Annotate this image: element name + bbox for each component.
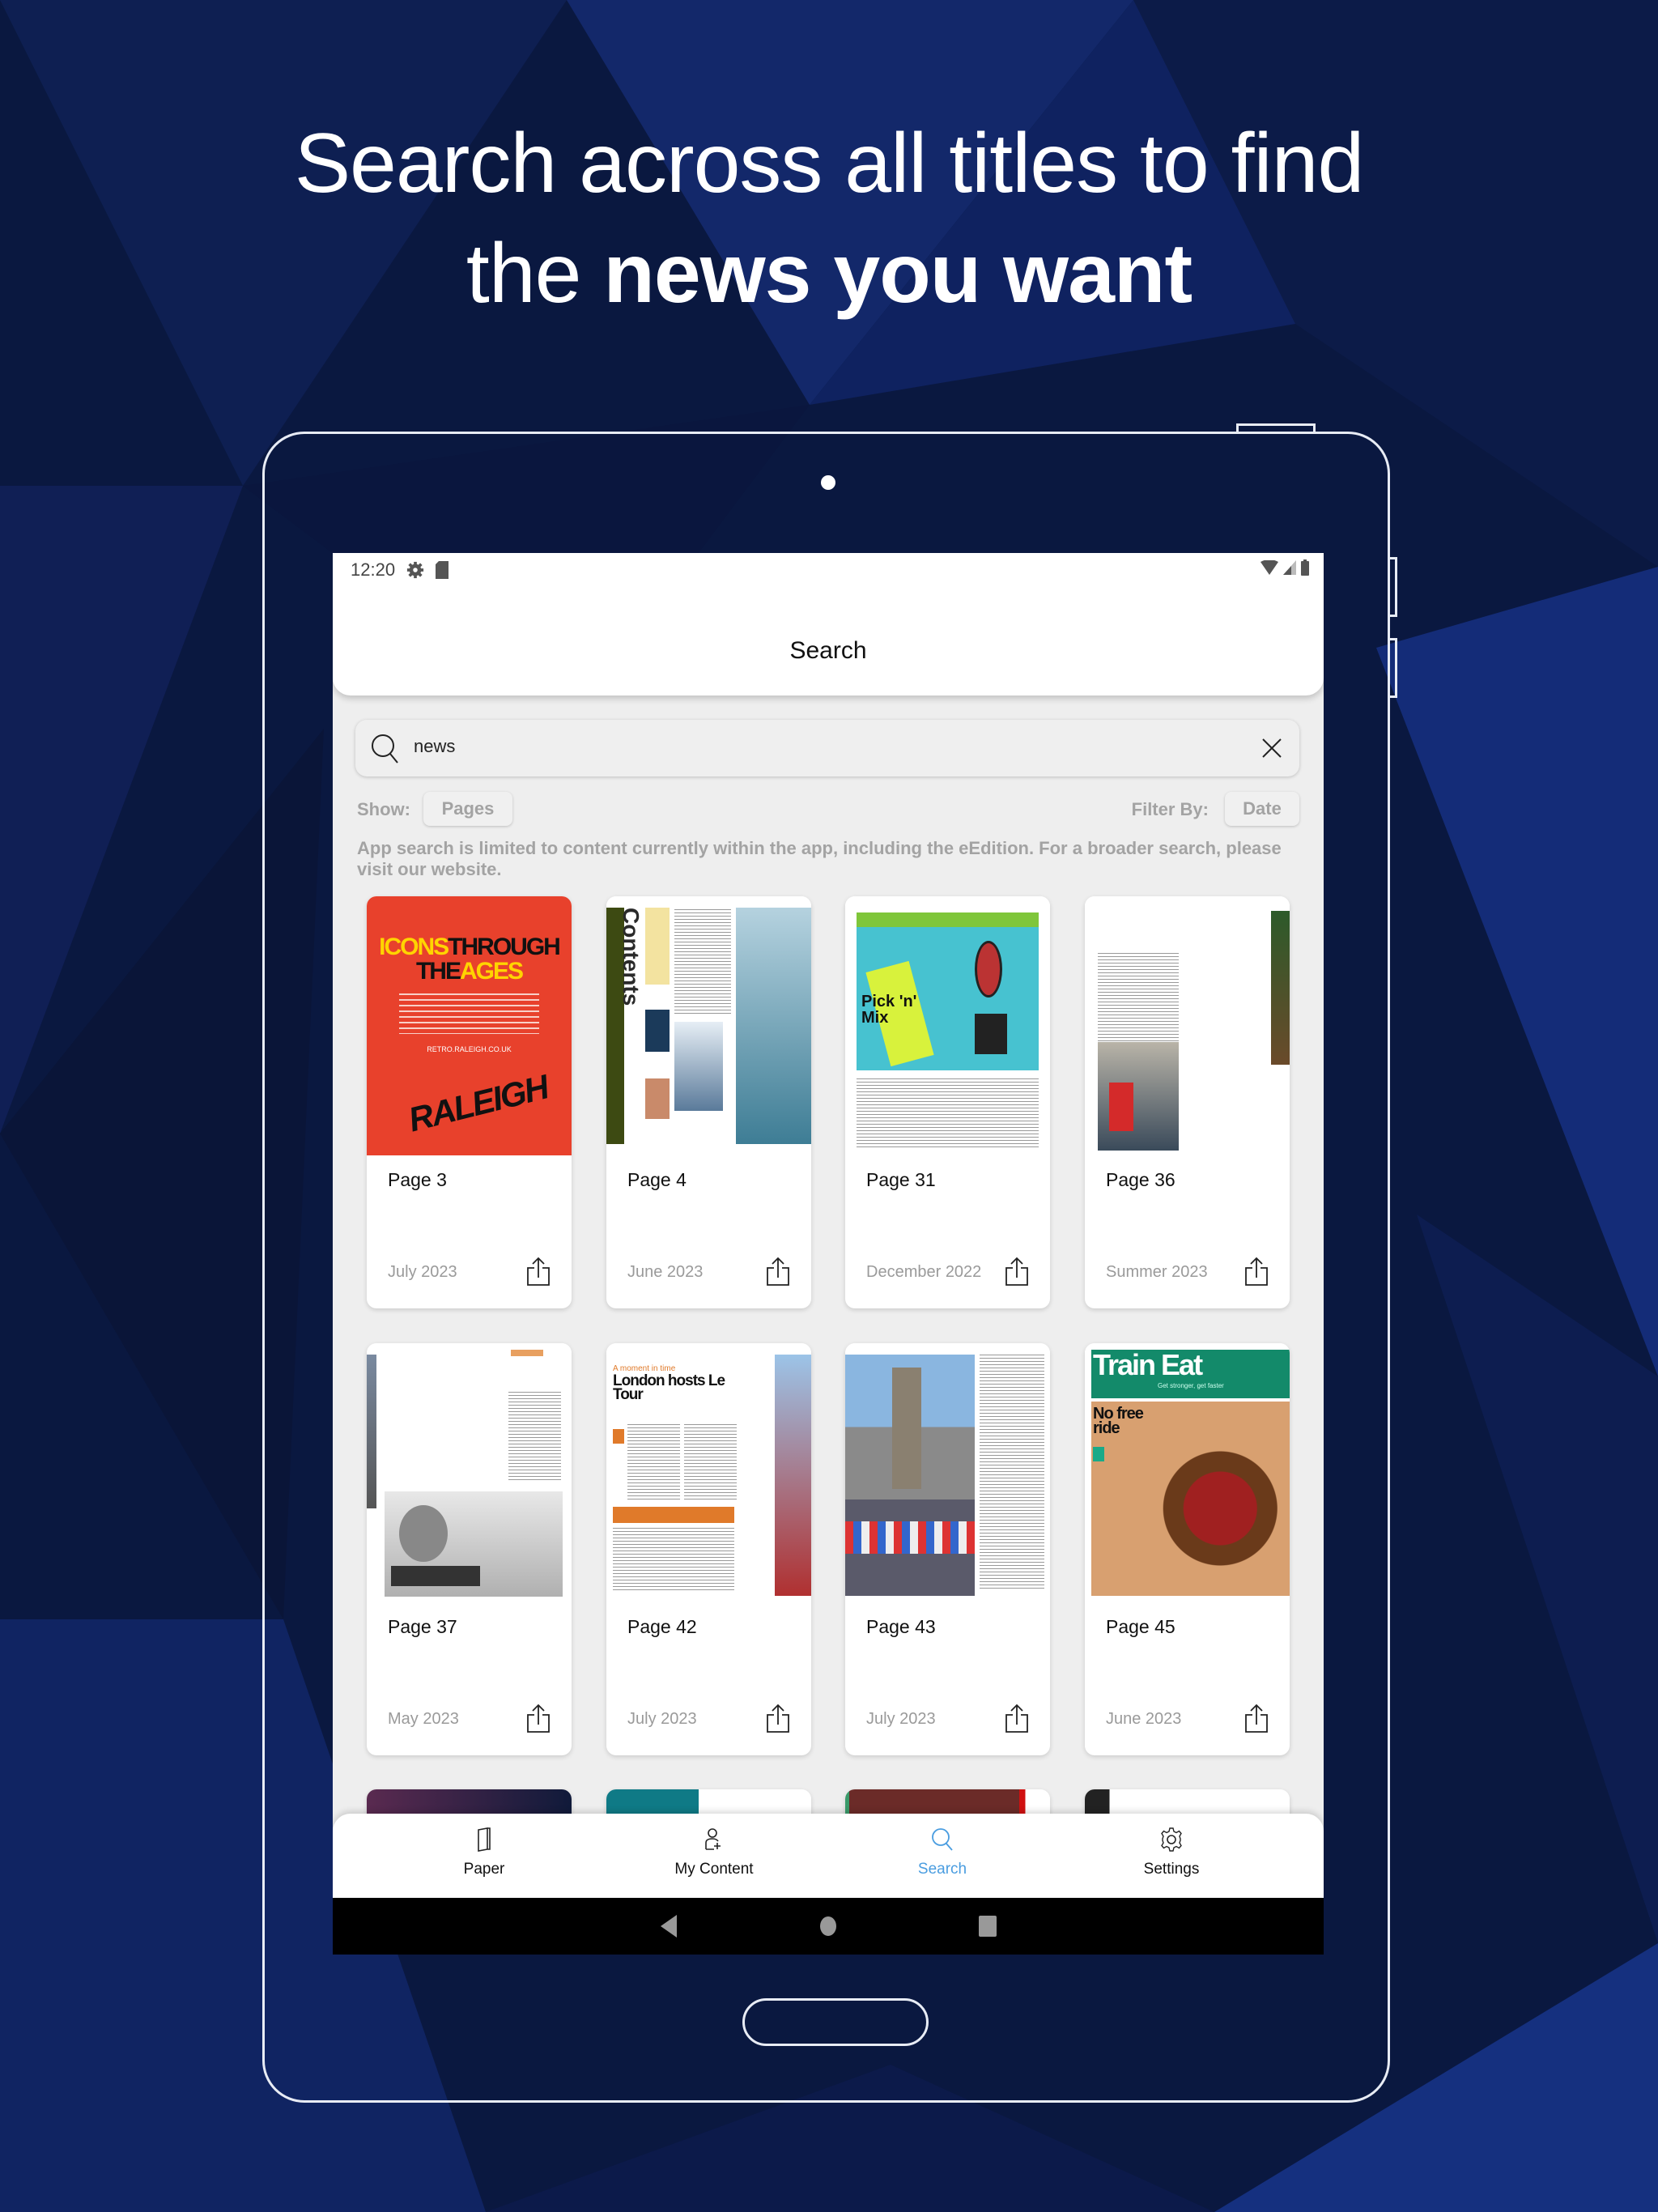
issue-date: July 2023 xyxy=(388,1263,457,1281)
issue-date: July 2023 xyxy=(866,1710,936,1728)
result-card[interactable]: Pick 'n' Mix Page 31 December 2022 xyxy=(845,896,1050,1308)
nav-my-content[interactable]: My Content xyxy=(633,1814,795,1898)
page-number: Page 43 xyxy=(866,1616,936,1637)
thumb-text: THE xyxy=(415,958,461,985)
result-card[interactable]: ICONSTHROUGH THEAGES RETRO.RALEIGH.CO.UK … xyxy=(367,896,572,1308)
headline-text: the xyxy=(466,227,604,321)
wifi-icon xyxy=(1261,560,1278,575)
issue-date: December 2022 xyxy=(866,1263,982,1281)
share-icon[interactable] xyxy=(1244,1257,1269,1286)
thumb-text: No free ride xyxy=(1093,1405,1144,1437)
thumb-text: Contents xyxy=(619,908,644,1006)
share-icon[interactable] xyxy=(526,1257,551,1286)
thumb-text: Pick 'n' Mix xyxy=(861,993,917,1027)
result-card[interactable]: A moment in time London hosts Le Tour Pa… xyxy=(606,1343,811,1755)
filter-date-button[interactable]: Date xyxy=(1225,792,1299,826)
result-card[interactable]: Page 36 Summer 2023 xyxy=(1085,896,1290,1308)
tablet-camera xyxy=(821,475,835,490)
share-icon[interactable] xyxy=(1005,1704,1029,1733)
tablet-volume-up xyxy=(1388,557,1397,617)
page-thumbnail xyxy=(845,1343,1050,1602)
app-header: 12:20 Search xyxy=(333,553,1324,696)
share-icon[interactable] xyxy=(766,1257,790,1286)
tablet-volume-down xyxy=(1388,638,1397,698)
page-number: Page 45 xyxy=(1106,1616,1175,1637)
headline-line-2: the news you want xyxy=(0,232,1658,316)
page-number: Page 4 xyxy=(627,1169,687,1190)
nav-paper[interactable]: Paper xyxy=(403,1814,565,1898)
tablet-home-button xyxy=(742,1998,929,2046)
status-icons xyxy=(1261,559,1309,576)
result-card[interactable]: Page 37 May 2023 xyxy=(367,1343,572,1755)
thumb-text: Get stronger, get faster xyxy=(1158,1382,1224,1389)
share-icon[interactable] xyxy=(1244,1704,1269,1733)
show-pages-button[interactable]: Pages xyxy=(423,792,512,826)
page-thumbnail: A moment in time London hosts Le Tour xyxy=(606,1343,811,1602)
home-icon[interactable] xyxy=(819,1916,837,1936)
signal-icon xyxy=(1283,560,1296,575)
page-number: Page 36 xyxy=(1106,1169,1175,1190)
page-thumbnail: ICONSTHROUGH THEAGES RETRO.RALEIGH.CO.UK … xyxy=(367,896,572,1155)
share-icon[interactable] xyxy=(1005,1257,1029,1286)
status-time: 12:20 xyxy=(351,559,396,580)
nav-settings[interactable]: Settings xyxy=(1090,1814,1252,1898)
search-icon xyxy=(372,734,398,764)
add-user-icon xyxy=(705,1828,721,1850)
search-info-text: App search is limited to content current… xyxy=(357,838,1282,879)
page-number: Page 31 xyxy=(866,1169,936,1190)
filter-row: Show: Pages Filter By: Date xyxy=(357,792,1299,827)
share-icon[interactable] xyxy=(526,1704,551,1733)
result-card[interactable]: Train Eat Get stronger, get faster No fr… xyxy=(1085,1343,1290,1755)
issue-date: Summer 2023 xyxy=(1106,1263,1208,1281)
page-thumbnail xyxy=(367,1343,572,1602)
thumb-text: RETRO.RALEIGH.CO.UK xyxy=(427,1045,512,1053)
clear-search-icon[interactable] xyxy=(1262,738,1282,758)
page-thumbnail: Contents xyxy=(606,896,811,1155)
issue-date: June 2023 xyxy=(1106,1710,1182,1728)
settings-status-icon xyxy=(406,561,424,579)
nav-label: Settings xyxy=(1143,1861,1200,1878)
page-thumbnail: Pick 'n' Mix xyxy=(845,896,1050,1155)
app-screen: 12:20 Search news Show: Pages Filter By:… xyxy=(333,553,1324,1955)
system-nav-bar xyxy=(333,1898,1324,1955)
thumb-text: Train xyxy=(1093,1348,1156,1381)
nav-label: Search xyxy=(917,1861,967,1878)
paper-icon xyxy=(478,1827,491,1852)
headline-emphasis: news you want xyxy=(603,227,1192,321)
page-thumbnail: Train Eat Get stronger, get faster No fr… xyxy=(1085,1343,1290,1602)
search-icon xyxy=(932,1828,953,1851)
thumb-text: ICONS xyxy=(379,934,449,960)
page-number: Page 37 xyxy=(388,1616,457,1637)
result-card[interactable]: Page 43 July 2023 xyxy=(845,1343,1050,1755)
issue-date: May 2023 xyxy=(388,1710,459,1728)
battery-icon xyxy=(1301,559,1309,576)
page-title: Search xyxy=(789,637,867,664)
headline-line-1: Search across all titles to find xyxy=(294,117,1365,211)
bottom-nav: Paper My Content Search Settings xyxy=(333,1814,1324,1903)
show-label: Show: xyxy=(357,799,410,819)
thumb-text: London hosts Le Tour xyxy=(613,1372,725,1403)
result-card[interactable]: Contents Page 4 June 2023 xyxy=(606,896,811,1308)
sd-card-icon xyxy=(436,561,449,579)
thumb-text: Eat xyxy=(1161,1348,1203,1381)
tablet-power-button xyxy=(1236,423,1316,434)
search-query[interactable]: news xyxy=(414,736,455,757)
nav-label: My Content xyxy=(674,1861,754,1878)
thumb-text: THROUGH xyxy=(448,934,561,960)
share-icon[interactable] xyxy=(766,1704,790,1733)
issue-date: June 2023 xyxy=(627,1263,704,1281)
search-input[interactable]: news xyxy=(355,720,1299,776)
page-number: Page 42 xyxy=(627,1616,697,1637)
status-bar: 12:20 xyxy=(351,559,449,581)
page-thumbnail xyxy=(1085,896,1290,1155)
nav-label: Paper xyxy=(463,1861,505,1878)
recents-icon[interactable] xyxy=(979,1916,997,1937)
issue-date: July 2023 xyxy=(627,1710,697,1728)
nav-search[interactable]: Search xyxy=(861,1814,1023,1898)
gear-icon xyxy=(1161,1827,1182,1852)
back-icon[interactable] xyxy=(661,1915,678,1938)
filter-by-label: Filter By: xyxy=(1131,799,1209,819)
thumb-text: AGES xyxy=(459,958,524,985)
page-number: Page 3 xyxy=(388,1169,447,1190)
